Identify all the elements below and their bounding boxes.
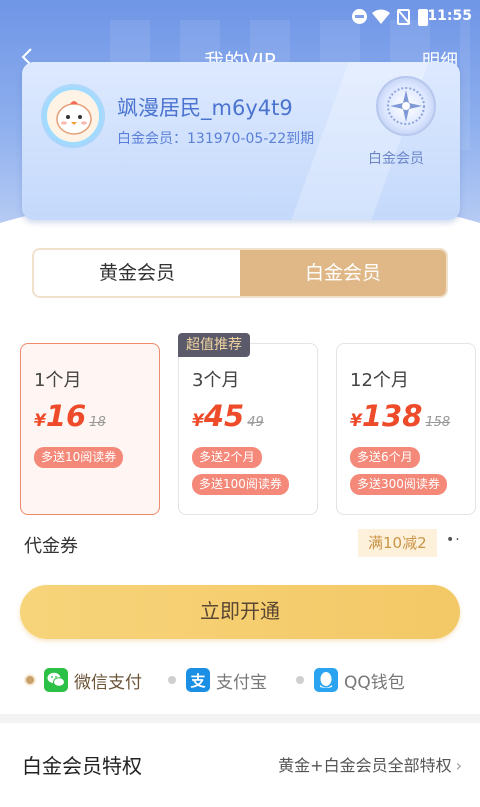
perk-pill: 多送2个月 (192, 447, 262, 468)
package-price: ¥45 49 (192, 399, 264, 433)
payment-option-qq-wallet[interactable]: QQ钱包 (296, 667, 405, 693)
perk-pill: 多送300阅读券 (350, 474, 447, 495)
avatar[interactable] (44, 87, 102, 145)
username: 飒漫居民_m6y4t9 (117, 96, 293, 120)
section-divider (0, 714, 480, 723)
currency-symbol: ¥ (34, 411, 46, 431)
original-price: 158 (425, 415, 451, 430)
package-duration: 12个月 (350, 370, 409, 391)
perk-pill: 多送6个月 (350, 447, 420, 468)
privileges-title: 白金会员特权 (22, 754, 142, 778)
privileges-link-label: 黄金+白金会员全部特权 (278, 756, 452, 775)
chevron-right-icon: › (455, 756, 462, 775)
payment-option-alipay[interactable]: 支 支付宝 (168, 667, 267, 693)
package-card-12-months[interactable]: 12个月 ¥138 158 多送6个月 多送300阅读券 (336, 343, 476, 515)
do-not-disturb-icon (352, 9, 367, 24)
perk-pill: 多送10阅读券 (34, 447, 124, 468)
payment-label: QQ钱包 (344, 672, 405, 693)
vip-card: 飒漫居民_m6y4t9 白金会员：131970-05-22到期 白金会员 (22, 62, 460, 220)
radio-unselected (296, 676, 304, 684)
package-price: ¥16 18 (34, 399, 106, 433)
all-privileges-link[interactable]: 黄金+白金会员全部特权 › (278, 752, 462, 776)
no-sim-icon (397, 9, 410, 25)
tab-platinum[interactable]: 白金会员 (240, 250, 446, 296)
currency-symbol: ¥ (192, 411, 204, 431)
package-duration: 3个月 (192, 370, 240, 391)
qq-wallet-icon (314, 668, 338, 692)
price-value: 138 (361, 399, 423, 433)
open-membership-button[interactable]: 立即开通 (20, 585, 460, 639)
tab-gold[interactable]: 黄金会员 (34, 250, 240, 296)
price-value: 16 (45, 399, 87, 433)
payment-label: 支付宝 (216, 672, 267, 693)
status-bar: 11:55 (0, 0, 480, 34)
original-price: 18 (89, 415, 106, 430)
radio-selected (26, 676, 34, 684)
status-time: 11:55 (427, 8, 472, 24)
package-duration: 1个月 (34, 370, 82, 391)
package-card-3-months[interactable]: 3个月 ¥45 49 多送2个月 多送100阅读券 (178, 343, 318, 515)
voucher-value[interactable]: 满10减2 (358, 529, 437, 557)
qq-penguin-icon (320, 672, 332, 688)
star-emblem-icon (387, 87, 425, 125)
price-value: 45 (203, 399, 245, 433)
alipay-icon: 支 (186, 668, 210, 692)
perk-pill: 多送100阅读券 (192, 474, 289, 495)
platinum-medal-icon (376, 76, 436, 136)
recommend-badge: 超值推荐 (178, 333, 250, 357)
payment-label: 微信支付 (74, 672, 142, 693)
voucher-more-icon[interactable]: •· (446, 532, 461, 548)
vip-expiry: 白金会员：131970-05-22到期 (117, 131, 315, 147)
package-price: ¥138 158 (350, 399, 450, 433)
package-card-1-month[interactable]: 1个月 ¥16 18 多送10阅读券 (20, 343, 160, 515)
medal-label: 白金会员 (368, 151, 424, 167)
membership-tabs: 黄金会员 白金会员 (32, 248, 448, 298)
wechat-icon (44, 668, 68, 692)
original-price: 49 (247, 415, 264, 430)
currency-symbol: ¥ (350, 411, 362, 431)
chick-avatar-icon (56, 101, 92, 135)
wechat-glyph-icon (47, 672, 65, 687)
radio-unselected (168, 676, 176, 684)
payment-option-wechat[interactable]: 微信支付 (26, 667, 142, 693)
wifi-icon (372, 9, 390, 24)
voucher-label: 代金券 (24, 536, 78, 557)
